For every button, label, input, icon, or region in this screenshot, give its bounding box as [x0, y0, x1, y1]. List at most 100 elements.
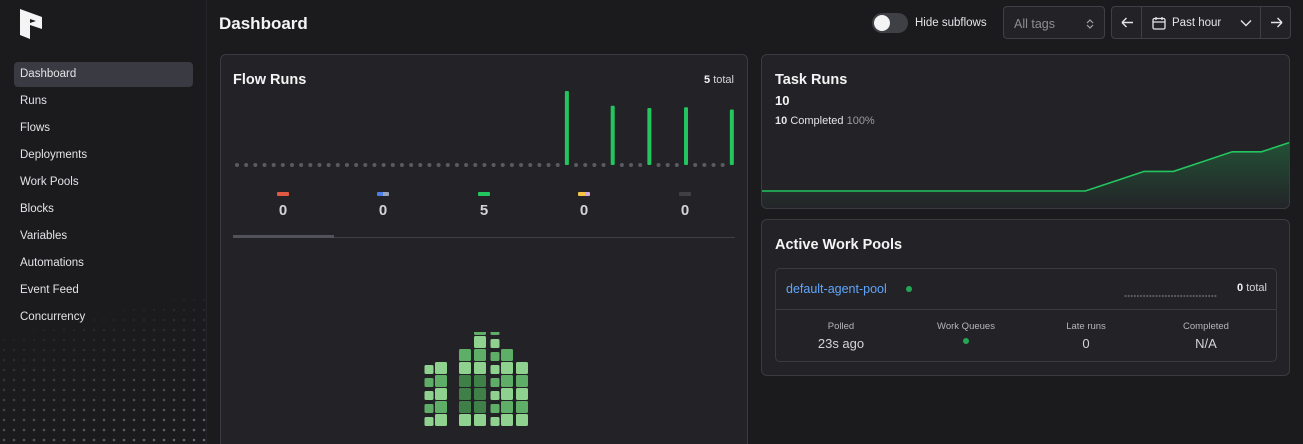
task-runs-line-chart: [762, 141, 1289, 208]
bg-dot: [12, 358, 16, 362]
bg-dot: [72, 338, 76, 342]
spark-dot: [1152, 294, 1155, 298]
spark-dot: [1161, 294, 1164, 298]
spark-dot: [1198, 294, 1201, 298]
spark-dot: [1214, 294, 1217, 298]
sidebar-item-runs[interactable]: Runs: [14, 89, 193, 114]
block-shape: [435, 375, 447, 387]
empty-bucket-dot: [427, 163, 432, 167]
block-shape: [474, 401, 486, 413]
state-failed[interactable]: 0: [233, 192, 333, 219]
work-pool-name-link[interactable]: default-agent-pool: [786, 282, 887, 296]
bg-dot: [22, 378, 26, 382]
flow-run-bar[interactable]: [610, 105, 615, 165]
bg-dot: [162, 418, 166, 422]
stat-value-completed: N/A: [1195, 336, 1217, 351]
bg-dot: [132, 428, 136, 432]
state-running[interactable]: 0: [333, 192, 433, 219]
flow-run-bar[interactable]: [647, 108, 652, 165]
next-range-button[interactable]: [1260, 6, 1291, 39]
pool-divider: [776, 309, 1276, 310]
block-shape: [459, 375, 471, 387]
bg-dot: [162, 358, 166, 362]
sidebar-item-work-pools[interactable]: Work Pools: [14, 170, 193, 195]
sidebar-item-concurrency[interactable]: Concurrency: [14, 305, 193, 330]
sidebar-item-flows[interactable]: Flows: [14, 116, 193, 141]
task-completed-count: 10: [775, 115, 788, 127]
bg-dot: [132, 398, 136, 402]
sidebar-item-automations[interactable]: Automations: [14, 251, 193, 276]
bg-dot: [2, 358, 6, 362]
block-shape: [435, 362, 447, 374]
block-shape: [459, 414, 471, 426]
bg-dot: [192, 428, 196, 432]
bg-dot: [102, 438, 106, 442]
flow-run-bar[interactable]: [729, 109, 734, 166]
stat-completed: Completed N/A: [1146, 321, 1266, 351]
block-shape: [474, 362, 486, 374]
state-late[interactable]: 0: [534, 192, 634, 219]
bg-dot: [62, 408, 66, 412]
hide-subflows-toggle[interactable]: [872, 13, 908, 33]
bg-dot: [62, 418, 66, 422]
empty-bucket-dot: [372, 163, 377, 167]
stat-label-polled: Polled: [827, 321, 855, 332]
bg-dot: [92, 388, 96, 392]
empty-bucket-dot: [363, 163, 368, 167]
bg-dot: [2, 388, 6, 392]
bg-dot: [122, 418, 126, 422]
bg-dot: [192, 358, 196, 362]
block-shape: [474, 414, 486, 426]
previous-range-button[interactable]: [1111, 6, 1142, 39]
time-range-button[interactable]: Past hour: [1141, 6, 1261, 39]
bg-dot: [82, 438, 86, 442]
bg-dot: [2, 418, 6, 422]
block-shape: [459, 401, 471, 413]
block-shape: [424, 365, 434, 374]
spark-dot: [1174, 294, 1177, 298]
bg-dot: [82, 368, 86, 372]
prefect-logo-icon[interactable]: [20, 9, 42, 39]
bg-dot: [162, 398, 166, 402]
work-pool-total-count: 0: [1237, 282, 1244, 294]
empty-bucket-dot: [720, 163, 725, 167]
sidebar-item-dashboard[interactable]: Dashboard: [14, 62, 193, 87]
sidebar-item-blocks[interactable]: Blocks: [14, 197, 193, 222]
block-shape: [424, 378, 434, 387]
calendar-icon: [1152, 17, 1166, 30]
sidebar-item-variables[interactable]: Variables: [14, 224, 193, 249]
block-shape: [459, 362, 471, 374]
sidebar-item-deployments[interactable]: Deployments: [14, 143, 193, 168]
bg-dot: [92, 428, 96, 432]
bg-dot: [152, 368, 156, 372]
bg-dot: [42, 398, 46, 402]
bg-dot: [142, 408, 146, 412]
tags-filter-select[interactable]: All tags: [1003, 6, 1105, 39]
bg-dot: [42, 338, 46, 342]
bg-dot: [32, 378, 36, 382]
block-shape: [435, 388, 447, 400]
bg-dot: [122, 368, 126, 372]
bg-dot: [92, 368, 96, 372]
spark-dot: [1164, 294, 1167, 298]
flow-runs-title: Flow Runs: [233, 72, 307, 88]
bg-dot: [182, 368, 186, 372]
block-shape: [501, 349, 513, 361]
bg-dot: [52, 338, 56, 342]
stat-late-runs: Late runs 0: [1026, 321, 1146, 351]
flow-run-bar[interactable]: [684, 107, 689, 165]
toggle-knob: [874, 15, 890, 31]
bg-dot: [142, 358, 146, 362]
flow-run-bar[interactable]: [564, 91, 569, 165]
spark-dot: [1136, 294, 1139, 298]
spark-dot: [1143, 294, 1146, 298]
spark-dot: [1155, 294, 1158, 298]
bg-dot: [92, 438, 96, 442]
state-cancelled[interactable]: 0: [635, 192, 735, 219]
block-shape: [474, 349, 486, 361]
sidebar-item-event-feed[interactable]: Event Feed: [14, 278, 193, 303]
bg-dot: [52, 398, 56, 402]
bg-dot: [202, 388, 206, 392]
state-completed[interactable]: 5: [434, 192, 534, 219]
bg-dot: [102, 408, 106, 412]
